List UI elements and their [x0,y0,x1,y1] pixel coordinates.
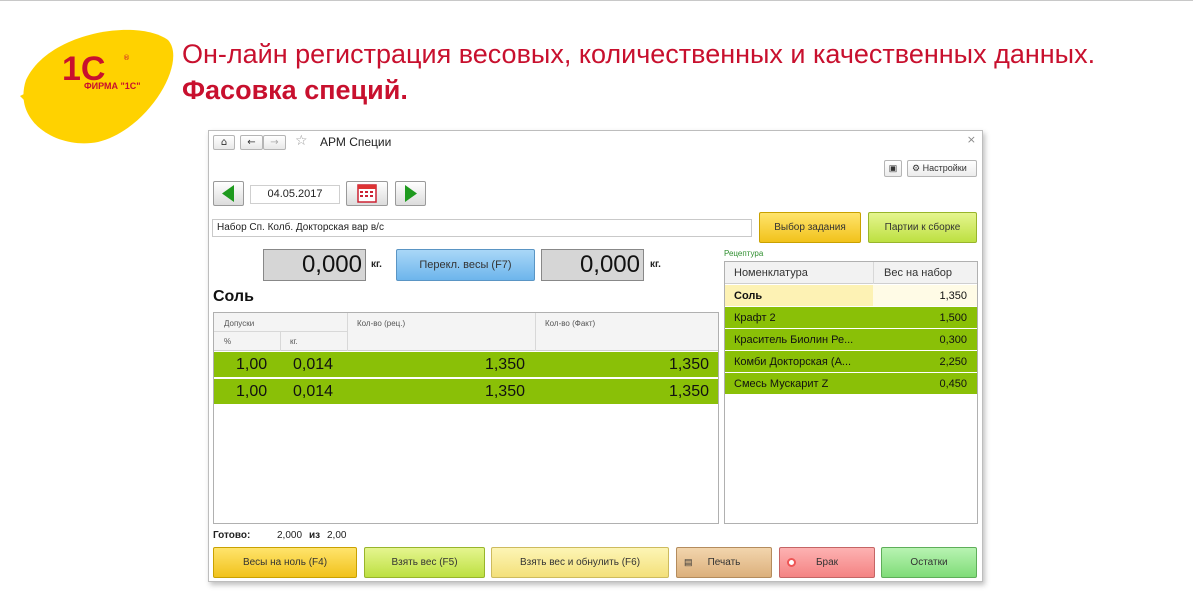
cell-fact: 1,350 [668,383,709,400]
cell-recipe: 1,350 [484,356,525,373]
recipe-item-weight: 2,250 [939,356,967,368]
recipe-label: Рецептура [724,249,764,258]
recipe-item-weight: 1,500 [939,312,967,324]
date-field[interactable]: 04.05.2017 [250,185,340,204]
recipe-row-current[interactable]: Соль 1,350 [725,285,977,307]
unit-label-right: кг. [650,259,661,270]
back-button[interactable]: ← [240,135,263,150]
select-task-button[interactable]: Выбор задания [759,212,861,243]
recipe-item-weight: 0,300 [939,334,967,346]
weighing-table[interactable]: Допуски % кг. Кол-во (рец.) Кол-во (Факт… [213,312,719,524]
recipe-item-name: Комби Докторская (А... [734,356,852,368]
top-divider [0,0,1193,1]
header-percent: % [224,337,232,346]
ready-total: 2,00 [327,530,347,541]
table-row[interactable]: 1,00 0,014 1,350 1,350 [214,352,718,378]
ready-label: Готово: [213,530,251,541]
cell-fact: 1,350 [668,356,709,373]
svg-text:®: ® [123,54,130,62]
cell-kg: 0,014 [293,356,334,373]
recipe-row[interactable]: Краситель Биолин Ре... 0,300 [725,329,977,351]
table-header: Допуски % кг. Кол-во (рец.) Кол-во (Факт… [214,313,718,351]
cell-recipe: 1,350 [484,383,525,400]
slide-title: Он-лайн регистрация весовых, количествен… [182,39,1096,105]
task-field[interactable]: Набор Сп. Колб. Докторская вар в/с [212,219,752,237]
next-date-button[interactable] [395,181,426,206]
batches-button[interactable]: Партии к сборке [868,212,977,243]
header-qty-fact: Кол-во (Факт) [545,319,596,328]
arrow-right-icon [405,185,417,202]
recipe-item-name: Краситель Биолин Ре... [734,334,854,346]
ready-of: из [309,530,321,541]
calendar-icon [357,184,377,203]
recipe-item-weight: 0,450 [939,378,967,390]
recipe-row[interactable]: Крафт 2 1,500 [725,307,977,329]
reject-button[interactable]: Брак [779,547,875,578]
recipe-header: Номенклатура Вес на набор [725,262,977,284]
header-qty-recipe: Кол-во (рец.) [357,319,406,328]
ready-done: 2,000 [277,530,303,541]
cell-percent: 1,00 [236,383,268,400]
header-tolerance: Допуски [224,319,255,328]
take-weight-button[interactable]: Взять вес (F5) [364,547,485,578]
recipe-row[interactable]: Смесь Мускарит Z 0,450 [725,373,977,395]
window-title: АРМ Специи [320,135,392,149]
rest-button[interactable]: Остатки [881,547,977,578]
scales-zero-button[interactable]: Весы на ноль (F4) [213,547,357,578]
report-icon[interactable]: ▣ [884,160,902,177]
recipe-item-name: Соль [734,290,763,302]
home-button[interactable]: ⌂ [213,135,235,150]
recipe-item-name: Крафт 2 [734,312,776,324]
firm-1c-logo: 1C ® ФИРМА "1С" [18,22,178,150]
prev-date-button[interactable] [213,181,244,206]
print-button[interactable]: ▤ Печать [676,547,772,578]
cell-kg: 0,014 [293,383,334,400]
reject-icon [787,558,796,567]
gear-icon: ⚙ [912,163,921,173]
arrow-left-icon [222,185,234,202]
unit-label-left: кг. [371,259,382,270]
header-weight: Вес на набор [884,267,952,279]
recipe-row[interactable]: Комби Докторская (А... 2,250 [725,351,977,373]
weight-right-display: 0,000 [541,249,644,281]
header-kg: кг. [290,337,298,346]
app-window: ⌂ ← → ☆ АРМ Специи × ▣ ⚙ Настройки 04.05… [208,130,983,582]
cell-percent: 1,00 [236,356,268,373]
close-icon[interactable]: × [967,133,976,146]
recipe-item-weight: 1,350 [939,290,967,302]
table-row[interactable]: 1,00 0,014 1,350 1,350 [214,379,718,405]
settings-button[interactable]: ⚙ Настройки [907,160,977,177]
switch-scales-button[interactable]: Перекл. весы (F7) [396,249,535,281]
calendar-button[interactable] [346,181,388,206]
favorite-star-icon[interactable]: ☆ [295,133,308,149]
forward-button[interactable]: → [263,135,286,150]
take-weight-reset-button[interactable]: Взять вес и обнулить (F6) [491,547,669,578]
recipe-item-name: Смесь Мускарит Z [734,378,829,390]
header-item: Номенклатура [734,267,808,279]
logo-caption: ФИРМА "1С" [84,81,141,91]
recipe-table[interactable]: Номенклатура Вес на набор Соль 1,350 Кра… [724,261,978,524]
weight-left-display: 0,000 [263,249,366,281]
printer-icon: ▤ [684,557,693,567]
product-name: Соль [213,288,254,305]
